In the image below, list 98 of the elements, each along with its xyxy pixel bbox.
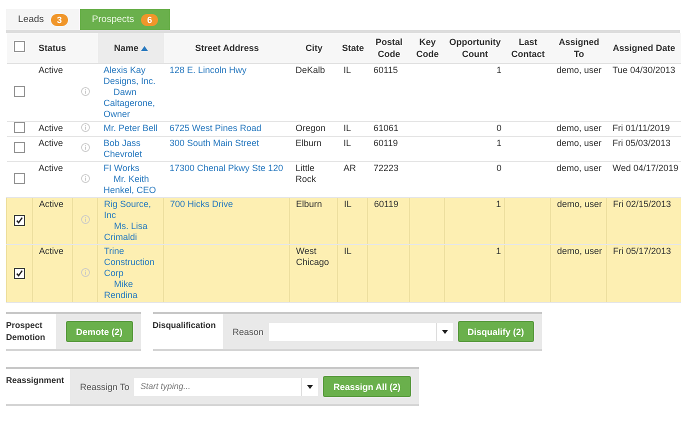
assigned-date-text: Tue 04/30/2013	[612, 65, 676, 75]
status-text: Active	[39, 199, 64, 209]
assigned-date-text: Fri 05/03/2013	[612, 138, 671, 148]
state-text: IL	[344, 123, 352, 133]
info-icon[interactable]	[80, 86, 90, 96]
city-text: Elburn	[296, 138, 322, 148]
contact-link[interactable]: Mike Rendina	[104, 279, 160, 301]
reassign-button[interactable]: Reassign All (2)	[323, 376, 411, 397]
row-checkbox[interactable]	[14, 142, 25, 153]
contact-link[interactable]: Ms. Lisa Crimaldi	[104, 221, 160, 243]
demote-button[interactable]: Demote (2)	[66, 321, 133, 342]
status-text: Active	[38, 138, 64, 148]
reassign-select[interactable]: Start typing...	[134, 378, 318, 396]
field-label: Reason	[232, 326, 264, 336]
status-text: Active	[38, 123, 64, 133]
state-text: AR	[344, 163, 356, 173]
opportunity-count-text: 0	[496, 163, 502, 173]
assigned-date-text: Fri 02/15/2013	[613, 199, 672, 209]
caret-down-icon	[442, 330, 448, 334]
disqualify-button[interactable]: Disqualify (2)	[458, 321, 534, 342]
assigned-to-text: demo, user	[557, 246, 602, 256]
column-header[interactable]: Assigned Date	[606, 33, 680, 64]
postal-code-text: 60119	[374, 138, 398, 148]
count-badge: 3	[50, 14, 68, 26]
column-header[interactable]: Street Address	[164, 33, 290, 64]
city-text: West Chicago	[296, 246, 330, 267]
city-text: DeKalb	[296, 65, 326, 75]
tab[interactable]: Prospects 6	[80, 9, 170, 30]
check-icon	[16, 217, 23, 224]
address-link[interactable]: 6725 West Pines Road	[170, 123, 286, 134]
assigned-to-text: demo, user	[556, 123, 602, 133]
name-link[interactable]: Trine Construction Corp	[104, 246, 160, 279]
city-text: Oregon	[296, 123, 326, 133]
column-header[interactable]: Assigned To	[550, 33, 606, 64]
status-text: Active	[39, 246, 64, 256]
contact-link[interactable]: Mr. Keith Henkel, CEO	[104, 174, 160, 196]
column-header[interactable]: Opportunity Count	[444, 33, 504, 64]
info-icon[interactable]	[80, 174, 90, 182]
postal-code-text: 72223	[374, 163, 399, 173]
column-header[interactable]: Postal Code	[368, 33, 410, 64]
name-link[interactable]: Alexis Kay Designs, Inc.	[104, 65, 160, 87]
tab[interactable]: Leads 3	[6, 9, 80, 30]
assigned-to-text: demo, user	[556, 65, 602, 75]
row-checkbox[interactable]	[14, 122, 25, 133]
postal-code-text: 60115	[374, 65, 398, 75]
address-link[interactable]: 17300 Chenal Pkwy Ste 120	[170, 163, 286, 174]
state-text: IL	[344, 246, 352, 256]
opportunity-count-text: 1	[496, 246, 501, 256]
column-header[interactable]: Name	[98, 33, 164, 64]
opportunity-count-text: 1	[496, 199, 501, 209]
status-text: Active	[38, 65, 64, 75]
field-label: Reassign To	[80, 382, 130, 392]
column-header[interactable]: Status	[32, 33, 72, 64]
postal-code-text: 61061	[374, 123, 399, 133]
contact-link[interactable]: Dawn Caltagerone, Owner	[104, 87, 160, 120]
row-checkbox[interactable]	[14, 268, 25, 278]
assigned-date-text: Wed 04/17/2019	[612, 163, 678, 173]
status-text: Active	[38, 163, 64, 173]
check-icon	[16, 270, 23, 276]
city-text: Little Rock	[296, 163, 316, 184]
address-link[interactable]: 128 E. Lincoln Hwy	[170, 65, 286, 76]
address-link[interactable]: 300 South Main Street	[170, 138, 286, 149]
opportunity-count-text: 1	[496, 65, 502, 75]
state-text: IL	[344, 65, 352, 75]
select-all-checkbox[interactable]	[14, 41, 25, 52]
postal-code-text: 60119	[374, 199, 398, 209]
sort-ascending-icon	[141, 46, 148, 51]
info-icon[interactable]	[80, 143, 90, 152]
name-link[interactable]: Rig Source, Inc	[104, 199, 160, 221]
assigned-to-text: demo, user	[556, 163, 602, 173]
panel-title: Disqualification	[152, 314, 223, 349]
city-text: Elburn	[296, 199, 322, 209]
column-header[interactable]: Last Contact	[504, 33, 550, 64]
assigned-to-text: demo, user	[557, 199, 602, 209]
row-checkbox[interactable]	[14, 215, 25, 226]
assigned-date-text: Fri 01/11/2019	[612, 123, 670, 133]
state-text: IL	[344, 138, 352, 148]
state-text: IL	[344, 199, 352, 209]
column-header[interactable]: State	[338, 33, 368, 64]
name-link[interactable]: Mr. Peter Bell	[104, 123, 160, 134]
info-icon[interactable]	[80, 268, 90, 276]
row-checkbox[interactable]	[14, 172, 25, 184]
info-icon[interactable]	[80, 123, 90, 132]
row-checkbox[interactable]	[14, 86, 25, 96]
count-badge: 6	[141, 14, 158, 26]
panel-title: Prospect Demotion	[6, 314, 56, 349]
name-link[interactable]: FI Works	[104, 163, 160, 174]
caret-down-icon	[307, 384, 314, 388]
column-header[interactable]: City	[290, 33, 338, 64]
opportunity-count-text: 0	[496, 123, 502, 133]
assigned-date-text: Fri 05/17/2013	[613, 246, 672, 256]
column-header[interactable]: Key Code	[410, 33, 444, 64]
name-link[interactable]: Bob Jass Chevrolet	[104, 138, 160, 160]
info-icon[interactable]	[80, 215, 90, 224]
assigned-to-text: demo, user	[556, 138, 602, 148]
panel-title: Reassignment	[6, 369, 70, 404]
address-link[interactable]: 700 Hicks Drive	[170, 199, 286, 210]
opportunity-count-text: 1	[496, 138, 502, 148]
